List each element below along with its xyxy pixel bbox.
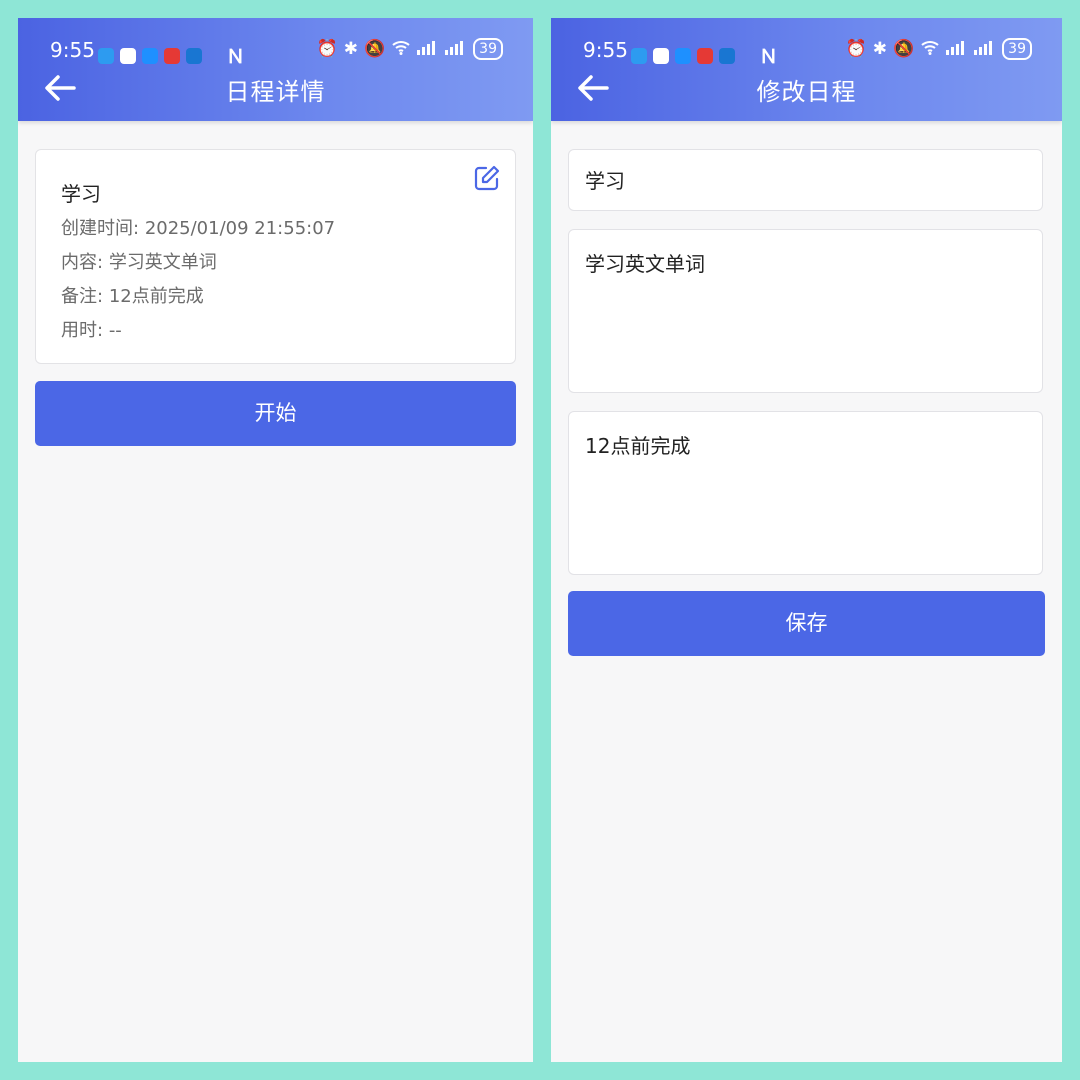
created-time-row: 创建时间: 2025/01/09 21:55:07	[61, 214, 335, 240]
bluetooth-icon: ✱	[872, 39, 887, 59]
notification-icons: Ｎ	[98, 42, 245, 69]
content-textarea[interactable]: 学习英文单词	[568, 229, 1043, 393]
content-label: 内容:	[61, 252, 104, 273]
notification-icons: Ｎ	[631, 42, 778, 69]
battery-icon: 39	[1002, 38, 1032, 60]
status-bar: 9:55 Ｎ ⏰ ✱ 🔕 39	[18, 36, 533, 68]
page-title: 日程详情	[225, 78, 326, 106]
detail-screen: 9:55 Ｎ ⏰ ✱ 🔕 39 日程详情 学习 创建时间: 2025/01/09…	[18, 18, 533, 1062]
signal-icon-2	[974, 39, 996, 60]
status-right-icons: ⏰ ✱ 🔕 39	[317, 38, 503, 60]
game-notification-icon	[120, 47, 136, 64]
save-button[interactable]: 保存	[568, 591, 1045, 656]
mail-notification-icon	[719, 47, 735, 64]
signal-icon	[417, 39, 439, 60]
app-notification-icon	[98, 47, 114, 64]
schedule-card: 学习 创建时间: 2025/01/09 21:55:07 内容: 学习英文单词 …	[35, 149, 516, 364]
status-right-icons: ⏰ ✱ 🔕 39	[846, 38, 1032, 60]
news-notification-icon	[697, 47, 713, 64]
status-time: 9:55	[583, 38, 628, 62]
duration-label: 用时:	[61, 320, 104, 341]
battery-icon: 39	[473, 38, 503, 60]
mute-icon: 🔕	[893, 39, 915, 59]
duration-value: --	[108, 320, 122, 341]
alarm-icon: ⏰	[316, 39, 338, 59]
created-label: 创建时间:	[61, 218, 140, 239]
edit-screen: 9:55 Ｎ ⏰ ✱ 🔕 39 修改日程 学习 学习英文单词 12点前完成 保存	[551, 18, 1062, 1062]
signal-icon	[946, 39, 968, 60]
edit-icon[interactable]	[473, 164, 501, 192]
note-value: 12点前完成	[108, 286, 204, 307]
signal-icon-2	[445, 39, 467, 60]
wifi-icon	[391, 39, 411, 60]
message-notification-icon	[142, 47, 158, 64]
note-row: 备注: 12点前完成	[61, 282, 204, 308]
wifi-icon	[920, 39, 940, 60]
news-notification-icon	[164, 47, 180, 64]
start-button[interactable]: 开始	[35, 381, 516, 446]
note-label: 备注:	[61, 286, 104, 307]
note-textarea[interactable]: 12点前完成	[568, 411, 1043, 575]
schedule-name: 学习	[61, 182, 101, 206]
title-input[interactable]: 学习	[568, 149, 1043, 211]
nfc-icon: Ｎ	[226, 46, 246, 68]
nfc-icon: Ｎ	[759, 46, 779, 68]
app-notification-icon	[631, 47, 647, 64]
mute-icon: 🔕	[364, 39, 386, 59]
app-header: 9:55 Ｎ ⏰ ✱ 🔕	[18, 18, 533, 121]
created-value: 2025/01/09 21:55:07	[144, 218, 336, 239]
alarm-icon: ⏰	[845, 39, 867, 59]
status-time: 9:55	[50, 38, 95, 62]
mail-notification-icon	[186, 47, 202, 64]
page-title: 修改日程	[756, 78, 857, 106]
duration-row: 用时: --	[61, 316, 122, 342]
game-notification-icon	[653, 47, 669, 64]
status-bar: 9:55 Ｎ ⏰ ✱ 🔕 39	[551, 36, 1062, 68]
message-notification-icon	[675, 47, 691, 64]
bluetooth-icon: ✱	[343, 39, 358, 59]
content-row: 内容: 学习英文单词	[61, 248, 217, 274]
app-header: 9:55 Ｎ ⏰ ✱ 🔕	[551, 18, 1062, 121]
content-value: 学习英文单词	[108, 252, 217, 273]
